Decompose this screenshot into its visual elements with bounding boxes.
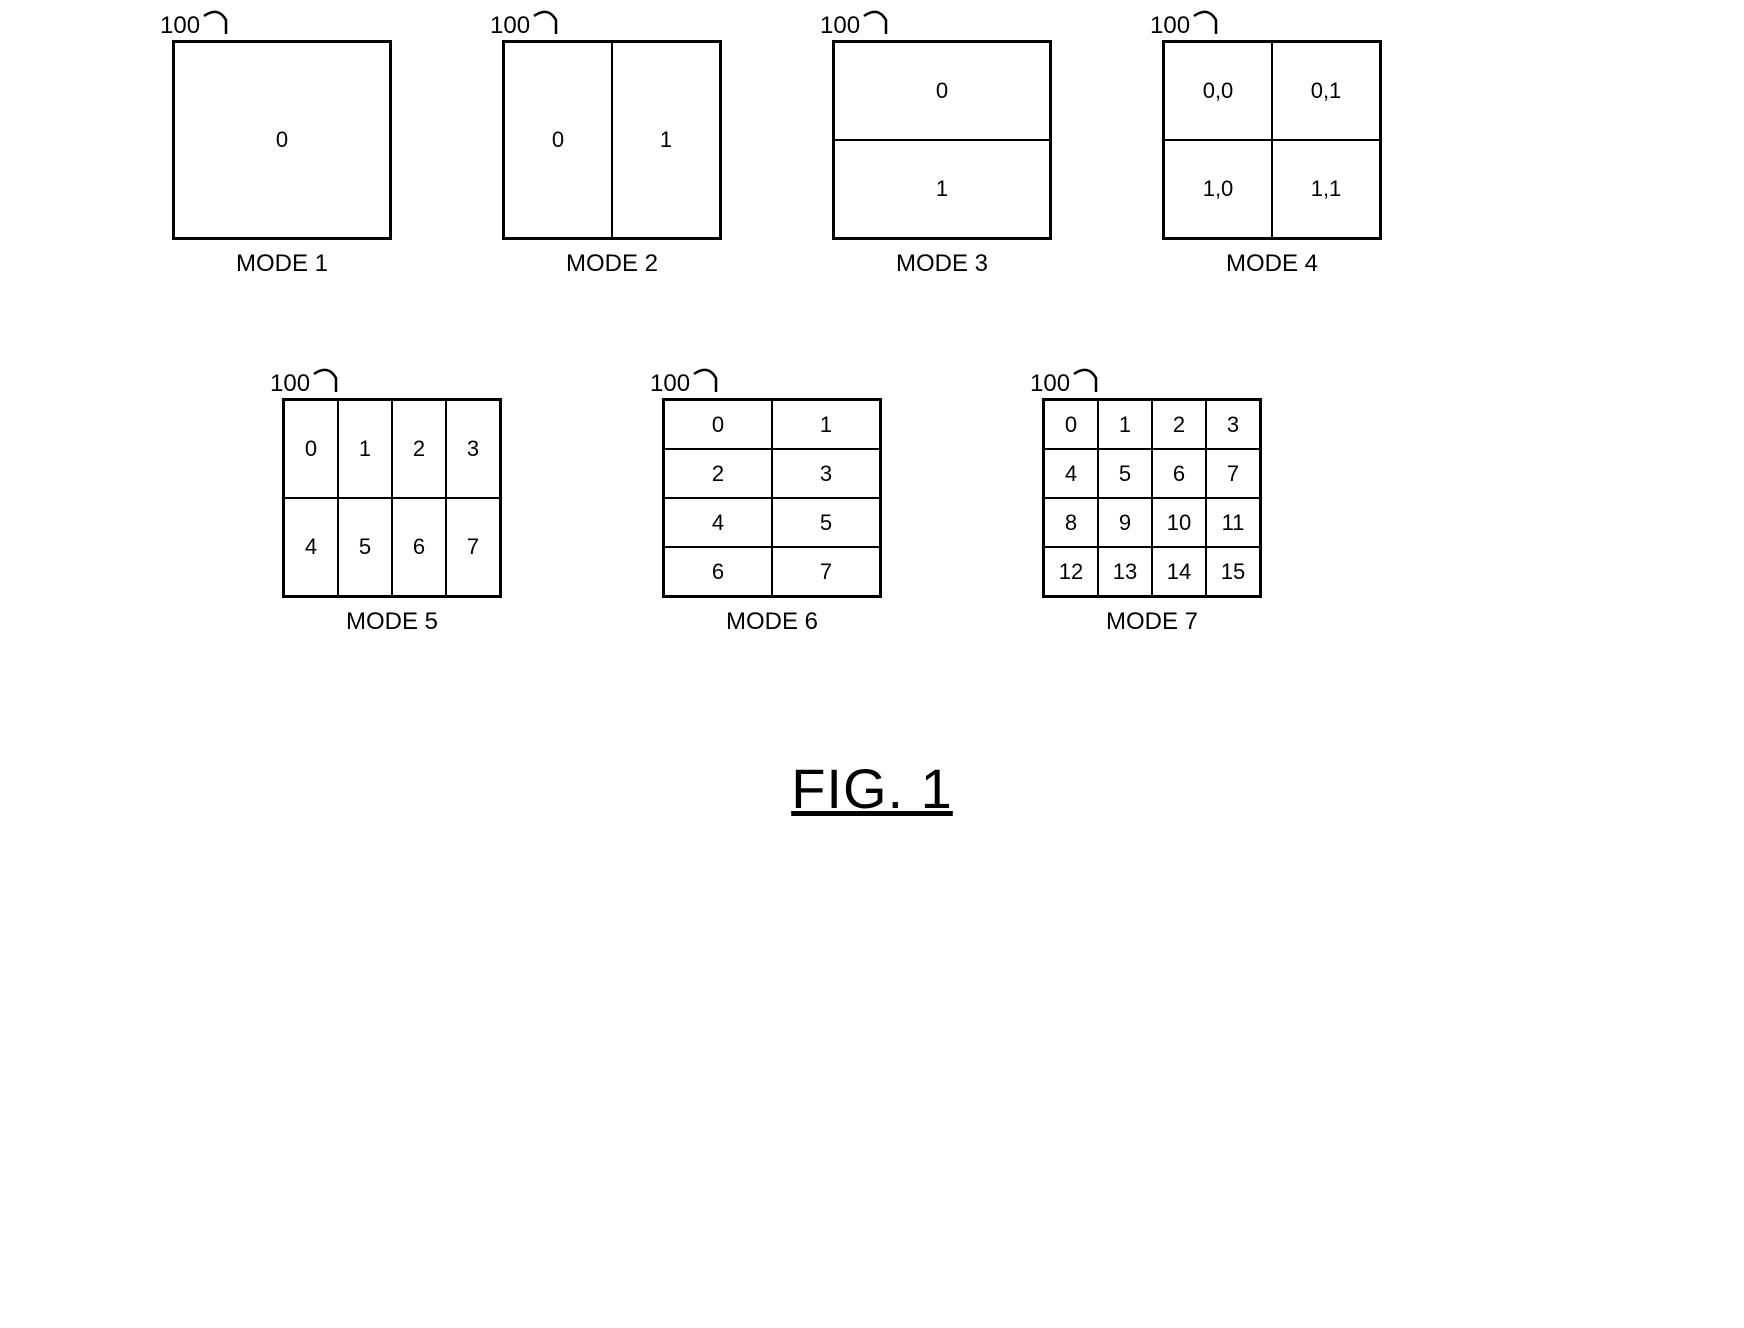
leader-hook-icon — [864, 12, 894, 36]
ref-number: 100 — [650, 370, 690, 398]
ref-number: 100 — [1150, 12, 1190, 40]
ref-number: 100 — [1030, 370, 1070, 398]
grid-cell: 6 — [664, 547, 772, 596]
grid-cell: 15 — [1206, 547, 1260, 596]
grid-cell: 0 — [1044, 400, 1098, 449]
mode-4-grid: 0,0 0,1 1,0 1,1 — [1162, 40, 1382, 240]
leader-hook-icon — [694, 370, 724, 394]
row-bottom: 100 0 1 2 3 4 5 6 7 MODE 5 100 — [172, 398, 1572, 636]
grid-cell: 7 — [446, 498, 500, 596]
mode-3-grid: 0 1 — [832, 40, 1052, 240]
grid-cell: 0 — [834, 42, 1050, 140]
mode-4-block: 100 0,0 0,1 1,0 1,1 MODE 4 — [1162, 40, 1382, 278]
grid-cell: 4 — [1044, 449, 1098, 498]
leader-hook-icon — [1074, 370, 1104, 394]
grid-cell: 1 — [612, 42, 720, 238]
leader-hook-icon — [314, 370, 344, 394]
grid-cell: 1 — [338, 400, 392, 498]
mode-6-block: 100 0 1 2 3 4 5 6 7 MODE 6 — [662, 398, 882, 636]
grid-cell: 1 — [772, 400, 880, 449]
grid-cell: 2 — [1152, 400, 1206, 449]
leader-hook-icon — [204, 12, 234, 36]
grid-cell: 6 — [1152, 449, 1206, 498]
leader-hook-icon — [1194, 12, 1224, 36]
grid-cell: 1,0 — [1164, 140, 1272, 238]
grid-cell: 5 — [772, 498, 880, 547]
grid-cell: 6 — [392, 498, 446, 596]
mode-caption: MODE 1 — [172, 250, 392, 278]
grid-cell: 4 — [664, 498, 772, 547]
grid-cell: 0,1 — [1272, 42, 1380, 140]
grid-cell: 2 — [392, 400, 446, 498]
figure-title: FIG. 1 — [172, 756, 1572, 821]
mode-caption: MODE 4 — [1162, 250, 1382, 278]
mode-3-block: 100 0 1 MODE 3 — [832, 40, 1052, 278]
grid-cell: 5 — [1098, 449, 1152, 498]
grid-cell: 13 — [1098, 547, 1152, 596]
mode-caption: MODE 5 — [282, 608, 502, 636]
grid-cell: 1 — [1098, 400, 1152, 449]
mode-caption: MODE 7 — [1042, 608, 1262, 636]
grid-cell: 12 — [1044, 547, 1098, 596]
grid-cell: 1 — [834, 140, 1050, 238]
ref-label: 100 — [490, 12, 564, 40]
grid-cell: 9 — [1098, 498, 1152, 547]
mode-caption: MODE 6 — [662, 608, 882, 636]
grid-cell: 10 — [1152, 498, 1206, 547]
grid-cell: 0 — [174, 42, 390, 238]
figure-1: 100 0 MODE 1 100 0 1 MODE 2 — [172, 40, 1572, 821]
mode-caption: MODE 2 — [502, 250, 722, 278]
grid-cell: 0 — [284, 400, 338, 498]
grid-cell: 7 — [1206, 449, 1260, 498]
mode-7-grid: 0 1 2 3 4 5 6 7 8 9 10 11 12 13 14 15 — [1042, 398, 1262, 598]
ref-label: 100 — [1030, 370, 1104, 398]
mode-2-block: 100 0 1 MODE 2 — [502, 40, 722, 278]
mode-2-grid: 0 1 — [502, 40, 722, 240]
mode-6-grid: 0 1 2 3 4 5 6 7 — [662, 398, 882, 598]
grid-cell: 0,0 — [1164, 42, 1272, 140]
grid-cell: 3 — [1206, 400, 1260, 449]
grid-cell: 4 — [284, 498, 338, 596]
grid-cell: 11 — [1206, 498, 1260, 547]
row-top: 100 0 MODE 1 100 0 1 MODE 2 — [172, 40, 1572, 278]
ref-label: 100 — [820, 12, 894, 40]
mode-1-block: 100 0 MODE 1 — [172, 40, 392, 278]
grid-cell: 0 — [664, 400, 772, 449]
ref-number: 100 — [820, 12, 860, 40]
grid-cell: 2 — [664, 449, 772, 498]
grid-cell: 7 — [772, 547, 880, 596]
mode-5-block: 100 0 1 2 3 4 5 6 7 MODE 5 — [282, 398, 502, 636]
grid-cell: 3 — [446, 400, 500, 498]
ref-number: 100 — [270, 370, 310, 398]
mode-caption: MODE 3 — [832, 250, 1052, 278]
ref-number: 100 — [160, 12, 200, 40]
mode-5-grid: 0 1 2 3 4 5 6 7 — [282, 398, 502, 598]
ref-number: 100 — [490, 12, 530, 40]
grid-cell: 3 — [772, 449, 880, 498]
leader-hook-icon — [534, 12, 564, 36]
grid-cell: 8 — [1044, 498, 1098, 547]
ref-label: 100 — [270, 370, 344, 398]
ref-label: 100 — [650, 370, 724, 398]
mode-7-block: 100 0 1 2 3 4 5 6 7 8 9 10 11 12 13 1 — [1042, 398, 1262, 636]
ref-label: 100 — [160, 12, 234, 40]
ref-label: 100 — [1150, 12, 1224, 40]
grid-cell: 14 — [1152, 547, 1206, 596]
mode-1-grid: 0 — [172, 40, 392, 240]
grid-cell: 1,1 — [1272, 140, 1380, 238]
grid-cell: 5 — [338, 498, 392, 596]
grid-cell: 0 — [504, 42, 612, 238]
